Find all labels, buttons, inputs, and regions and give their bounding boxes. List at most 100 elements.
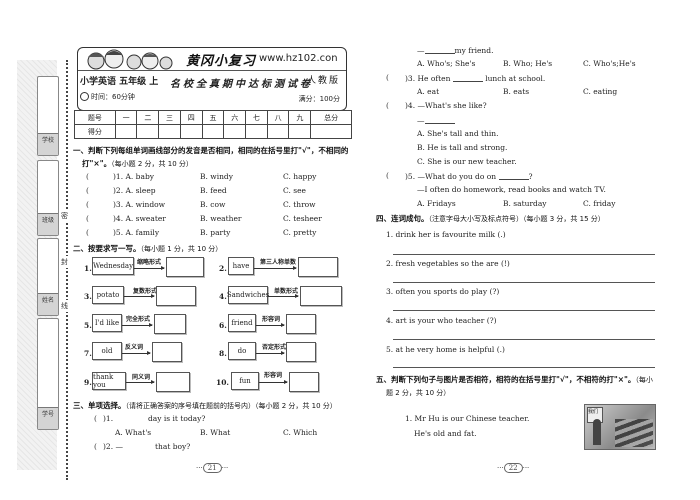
question-line2: —I often do homework, read books and wat… — [417, 185, 606, 194]
question-text: day is it today? — [148, 414, 206, 423]
option-c: C. happy — [283, 172, 317, 181]
score-header-cell: 题号 — [74, 110, 116, 125]
option-a: A. Fridays — [417, 199, 456, 208]
answer-box[interactable] — [300, 286, 342, 306]
section3-title: 三、单项选择。（请将正确答案的序号填在题前的括号内）（每小题 2 分，共 10 … — [73, 400, 337, 411]
blank[interactable] — [498, 171, 529, 180]
source-word: old — [92, 342, 122, 360]
source-word: have — [228, 257, 254, 275]
answer-line[interactable] — [393, 310, 655, 311]
answer-paren[interactable]: ( — [386, 171, 389, 180]
teacher-figure-icon — [593, 419, 601, 445]
item-number: 1. — [84, 264, 92, 273]
source-word: Sandwiches — [227, 286, 269, 304]
answer-paren[interactable]: ( — [94, 414, 97, 423]
score-header-cell: 九 — [288, 110, 312, 125]
score-cell[interactable] — [266, 124, 290, 139]
answer-box[interactable] — [286, 342, 316, 362]
score-cell[interactable] — [288, 124, 312, 139]
section3-title-text: 三、单项选择。 — [73, 401, 126, 410]
name-field[interactable]: 姓名 — [37, 238, 59, 316]
source-word: I'd like — [92, 314, 122, 332]
item-number: )3. — [405, 74, 416, 83]
exam-title: 名校全真期中达标测试卷 — [170, 79, 313, 90]
answer-box[interactable] — [152, 342, 182, 362]
item-number: 2. — [219, 264, 227, 273]
answer-box[interactable] — [154, 314, 186, 334]
arrow-icon — [122, 351, 151, 355]
page-number-badge: 21 — [202, 463, 222, 473]
answer-box[interactable] — [156, 372, 190, 392]
option-a: A. What's — [115, 428, 152, 437]
option-c: C. friday — [583, 199, 616, 208]
answer-box[interactable] — [156, 286, 196, 306]
brand-url: www.hz102.con — [259, 53, 338, 64]
scrambled-sentence: 4. art is your who teacher (?) — [386, 316, 497, 325]
cut-mark-xian: 线 — [61, 300, 68, 312]
answer-box[interactable] — [289, 372, 319, 392]
item-number: 6. — [219, 321, 227, 330]
statement-text: 1. Mr Hu is our Chinese teacher. — [405, 414, 530, 423]
option-b: B. He is tall and strong. — [417, 143, 508, 152]
answer-paren[interactable]: ( — [386, 73, 389, 82]
option-b: B. windy — [200, 172, 233, 181]
blank[interactable] — [424, 115, 455, 124]
blank[interactable] — [452, 73, 483, 82]
option-a: A. family — [125, 228, 160, 237]
item-number: 8. — [219, 349, 227, 358]
rule-label: 同义词 — [132, 374, 151, 381]
score-cell[interactable] — [179, 124, 203, 139]
option-b: B. saturday — [503, 199, 547, 208]
student-number-label: 学号 — [38, 407, 58, 429]
answer-paren[interactable]: ( — [86, 186, 89, 195]
score-header-cell: 总分 — [310, 110, 352, 125]
score-cell[interactable] — [310, 124, 352, 139]
question-text: —What do you do on — [417, 172, 497, 181]
scrambled-sentence: 2. fresh vegetables so the are (!) — [386, 259, 510, 268]
answer-paren[interactable]: ( — [94, 442, 97, 451]
answer-line[interactable] — [393, 254, 655, 255]
option-b: B. Who; He's — [503, 59, 553, 68]
option-b: B. eats — [503, 87, 530, 96]
answer-box[interactable] — [166, 257, 204, 277]
option-a: A. sleep — [125, 186, 156, 195]
answer-paren[interactable]: ( — [86, 214, 89, 223]
answer-paren[interactable]: ( — [86, 228, 89, 237]
option-a: A. She's tall and thin. — [417, 129, 499, 138]
answer-paren[interactable]: ( — [86, 200, 89, 209]
score-header-cell: 三 — [158, 110, 181, 125]
answer-line[interactable] — [393, 339, 655, 340]
answer-line[interactable] — [393, 367, 655, 368]
option-a: A. eat — [417, 87, 440, 96]
header-banner: 黄冈小复习 www.hz102.con — [78, 48, 346, 71]
answer-paren[interactable]: ( — [86, 172, 89, 181]
option-b: B. weather — [200, 214, 242, 223]
item-number: )2. — — [103, 442, 123, 451]
answer-box[interactable] — [286, 314, 316, 334]
school-field[interactable]: 学校 — [37, 76, 59, 156]
score-cell[interactable] — [114, 124, 138, 139]
item-number: )4. — [113, 214, 124, 223]
score-cell[interactable] — [136, 124, 160, 139]
scrambled-sentence: 5. at he very home is helpful (.) — [386, 345, 505, 354]
answer-line[interactable] — [393, 282, 655, 283]
score-cell[interactable] — [201, 124, 225, 139]
score-cell[interactable] — [158, 124, 181, 139]
score-cell[interactable] — [245, 124, 268, 139]
score-header-cell: 五 — [201, 110, 225, 125]
section1-title: 一、判断下列每组单词画线部分的发音是否相同，相同的在括号里打"√"，不相同的 — [73, 146, 349, 155]
section2-title: 二、按要求写一写。（每小题 1 分，共 10 分） — [73, 243, 222, 254]
class-field[interactable]: 班级 — [37, 160, 59, 236]
blank[interactable] — [424, 45, 455, 54]
score-header-cell: 四 — [179, 110, 203, 125]
answer-box[interactable] — [298, 257, 338, 277]
rule-label: 反义词 — [125, 344, 144, 351]
answer-paren[interactable]: ( — [386, 101, 389, 110]
option-c: C. throw — [283, 200, 316, 209]
exam-header: 黄冈小复习 www.hz102.con 小学英语 五年级 上 名校全真期中达标测… — [77, 47, 347, 111]
score-row-label: 得分 — [74, 124, 116, 139]
arrow-icon — [134, 266, 165, 270]
student-number-field[interactable]: 学号 — [37, 318, 59, 430]
section3-note: （请将正确答案的序号填在题前的括号内）（每小题 2 分，共 10 分） — [125, 402, 337, 410]
score-cell[interactable] — [223, 124, 247, 139]
